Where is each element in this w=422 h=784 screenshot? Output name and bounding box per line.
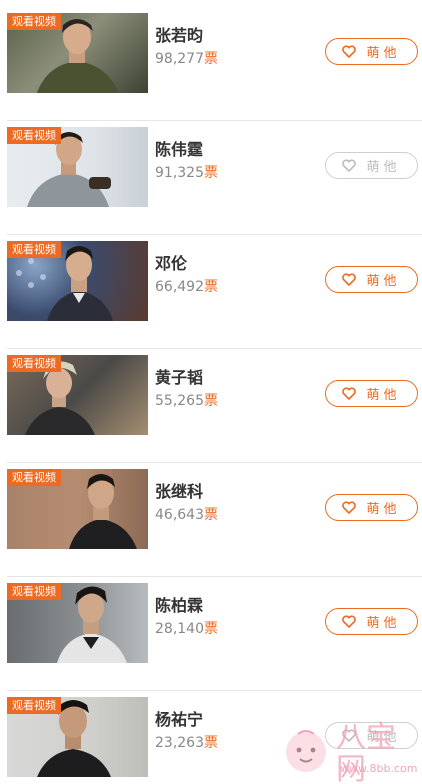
list-item: 观看视频 黄子韬 55,265票 萌他 <box>0 355 422 469</box>
candidate-list: 观看视频 张若昀 98,277票 萌他 观看视频 陈伟霆 91,325票 萌他 <box>0 0 422 784</box>
watch-video-badge: 观看视频 <box>7 127 61 144</box>
video-thumbnail[interactable]: 观看视频 <box>7 469 148 549</box>
video-thumbnail[interactable]: 观看视频 <box>7 355 148 435</box>
like-button[interactable]: 萌他 <box>325 608 418 635</box>
watch-video-badge: 观看视频 <box>7 13 61 30</box>
heart-outline-icon <box>342 387 357 400</box>
heart-outline-icon <box>342 45 357 58</box>
heart-outline-icon <box>342 501 357 514</box>
divider <box>7 576 422 577</box>
watch-video-badge: 观看视频 <box>7 355 61 372</box>
site-watermark: 八宝网 www.8bb.com <box>278 710 418 784</box>
list-item: 观看视频 邓伦 66,492票 萌他 <box>0 241 422 355</box>
like-button[interactable]: 萌他 <box>325 380 418 407</box>
watermark-url: www.8bb.com <box>340 762 418 775</box>
candidate-name: 邓伦 <box>155 254 188 273</box>
like-button[interactable]: 萌他 <box>325 152 418 179</box>
like-button[interactable]: 萌他 <box>325 266 418 293</box>
baby-logo-icon <box>286 730 326 772</box>
vote-count: 55,265票 <box>155 393 218 409</box>
video-thumbnail[interactable]: 观看视频 <box>7 241 148 321</box>
video-thumbnail[interactable]: 观看视频 <box>7 127 148 207</box>
candidate-name: 陈柏霖 <box>155 596 204 615</box>
watch-video-badge: 观看视频 <box>7 583 61 600</box>
candidate-name: 黄子韬 <box>155 368 204 387</box>
vote-count: 28,140票 <box>155 621 218 637</box>
vote-count: 66,492票 <box>155 279 218 295</box>
list-item: 观看视频 陈伟霆 91,325票 萌他 <box>0 127 422 241</box>
vote-count: 98,277票 <box>155 51 218 67</box>
vote-count: 91,325票 <box>155 165 218 181</box>
candidate-name: 张若昀 <box>155 26 204 45</box>
watch-video-badge: 观看视频 <box>7 241 61 258</box>
candidate-name: 陈伟霆 <box>155 140 204 159</box>
vote-count: 46,643票 <box>155 507 218 523</box>
vote-count: 23,263票 <box>155 735 218 751</box>
divider <box>7 690 422 691</box>
divider <box>7 120 422 121</box>
heart-outline-icon <box>342 615 357 628</box>
like-button[interactable]: 萌他 <box>325 494 418 521</box>
video-thumbnail[interactable]: 观看视频 <box>7 13 148 93</box>
list-item: 观看视频 张继科 46,643票 萌他 <box>0 469 422 583</box>
list-item: 观看视频 陈柏霖 28,140票 萌他 <box>0 583 422 697</box>
divider <box>7 234 422 235</box>
video-thumbnail[interactable]: 观看视频 <box>7 583 148 663</box>
watch-video-badge: 观看视频 <box>7 697 61 714</box>
heart-outline-icon <box>342 159 357 172</box>
video-thumbnail[interactable]: 观看视频 <box>7 697 148 777</box>
heart-outline-icon <box>342 273 357 286</box>
divider <box>7 348 422 349</box>
divider <box>7 462 422 463</box>
list-item: 观看视频 张若昀 98,277票 萌他 <box>0 13 422 127</box>
candidate-name: 张继科 <box>155 482 204 501</box>
watch-video-badge: 观看视频 <box>7 469 61 486</box>
like-button[interactable]: 萌他 <box>325 38 418 65</box>
candidate-name: 杨祐宁 <box>155 710 204 729</box>
